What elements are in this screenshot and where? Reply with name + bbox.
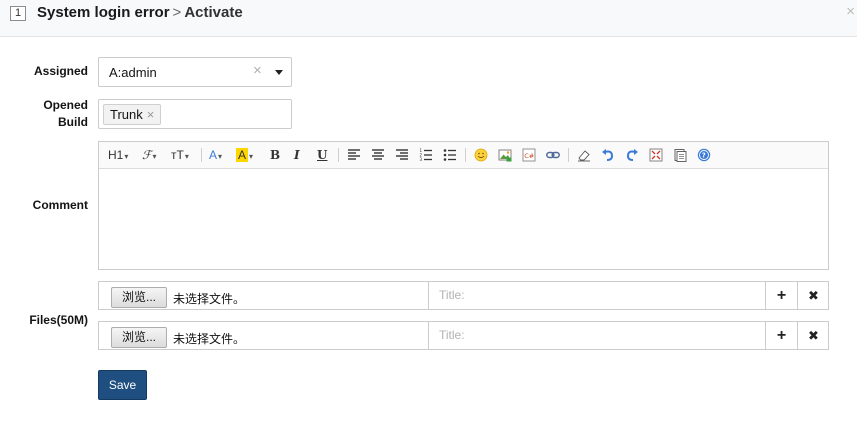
remove-file-button[interactable]: ✖	[797, 322, 829, 349]
opened-build-label-line1: Opened	[43, 98, 88, 112]
fullscreen-icon[interactable]	[649, 148, 663, 162]
font-size-button[interactable]: тT▾	[171, 146, 189, 164]
file-status: 未选择文件。	[173, 292, 246, 306]
remove-format-icon[interactable]	[577, 148, 591, 162]
opened-build-select[interactable]: Trunk ×	[98, 99, 292, 129]
clear-selection-icon[interactable]: ×	[253, 62, 262, 79]
unordered-list-icon[interactable]	[443, 148, 457, 162]
comment-textarea[interactable]	[99, 169, 828, 269]
build-tag: Trunk ×	[103, 104, 162, 125]
svg-text:C#: C#	[524, 152, 534, 160]
browse-button[interactable]: 浏览...	[111, 287, 167, 308]
toolbar-divider	[465, 148, 466, 162]
page-title: System login error > Activate	[37, 4, 243, 22]
assigned-label: Assigned	[33, 64, 88, 78]
paste-icon[interactable]	[673, 148, 687, 162]
bug-title: System login error	[37, 4, 170, 21]
browse-button[interactable]: 浏览...	[111, 327, 167, 348]
assigned-value: A:admin	[109, 65, 157, 80]
save-button[interactable]: Save	[98, 370, 147, 400]
comment-label: Comment	[32, 198, 88, 212]
code-icon[interactable]: C#	[522, 148, 536, 162]
help-icon[interactable]: ?	[697, 148, 711, 162]
remove-tag-icon[interactable]: ×	[147, 107, 155, 122]
back-color-button[interactable]: A ▾	[236, 146, 253, 164]
files-label: Files(50M)	[29, 313, 88, 327]
align-right-icon[interactable]	[395, 148, 409, 162]
svg-text:?: ?	[702, 152, 706, 160]
align-center-icon[interactable]	[371, 148, 385, 162]
fore-color-button[interactable]: A▾	[209, 146, 222, 164]
action-title: Activate	[184, 4, 243, 21]
align-left-icon[interactable]	[347, 148, 361, 162]
add-file-button[interactable]: +	[765, 322, 797, 349]
opened-build-label: Opened Build	[20, 97, 88, 131]
heading-button[interactable]: H1▾	[108, 146, 128, 164]
file-title-input[interactable]: Title:	[428, 282, 765, 309]
id-badge: 1	[10, 6, 26, 21]
modal-header: 1 System login error > Activate ×	[0, 0, 857, 37]
ordered-list-icon[interactable]: 123	[419, 148, 433, 162]
comment-editor: H1▾ ℱ▾ тT▾ A▾ A ▾ B I U 123 C# ?	[98, 141, 829, 270]
file-title-input[interactable]: Title:	[428, 322, 765, 349]
opened-build-label-line2: Build	[58, 115, 88, 129]
toolbar-divider	[568, 148, 569, 162]
font-family-button[interactable]: ℱ▾	[142, 146, 156, 164]
toolbar-divider	[338, 148, 339, 162]
chevron-down-icon[interactable]	[275, 70, 283, 75]
breadcrumb-separator: >	[172, 4, 182, 21]
file-row: 浏览... 未选择文件。 Title: + ✖	[98, 321, 829, 350]
svg-text:3: 3	[420, 157, 423, 162]
link-icon[interactable]	[546, 148, 560, 162]
image-icon[interactable]	[498, 148, 512, 162]
close-icon[interactable]: ×	[846, 3, 855, 21]
remove-file-button[interactable]: ✖	[797, 282, 829, 309]
redo-icon[interactable]	[625, 148, 639, 162]
toolbar-divider	[201, 148, 202, 162]
italic-button[interactable]: I	[294, 146, 300, 164]
bold-button[interactable]: B	[270, 146, 280, 164]
assigned-select[interactable]: A:admin ×	[98, 57, 292, 87]
emoticon-icon[interactable]	[474, 148, 488, 162]
add-file-button[interactable]: +	[765, 282, 797, 309]
underline-button[interactable]: U	[317, 146, 327, 164]
file-status: 未选择文件。	[173, 332, 246, 346]
editor-toolbar: H1▾ ℱ▾ тT▾ A▾ A ▾ B I U 123 C# ?	[99, 142, 828, 169]
undo-icon[interactable]	[601, 148, 615, 162]
build-tag-label: Trunk	[110, 107, 143, 122]
file-row: 浏览... 未选择文件。 Title: + ✖	[98, 281, 829, 310]
